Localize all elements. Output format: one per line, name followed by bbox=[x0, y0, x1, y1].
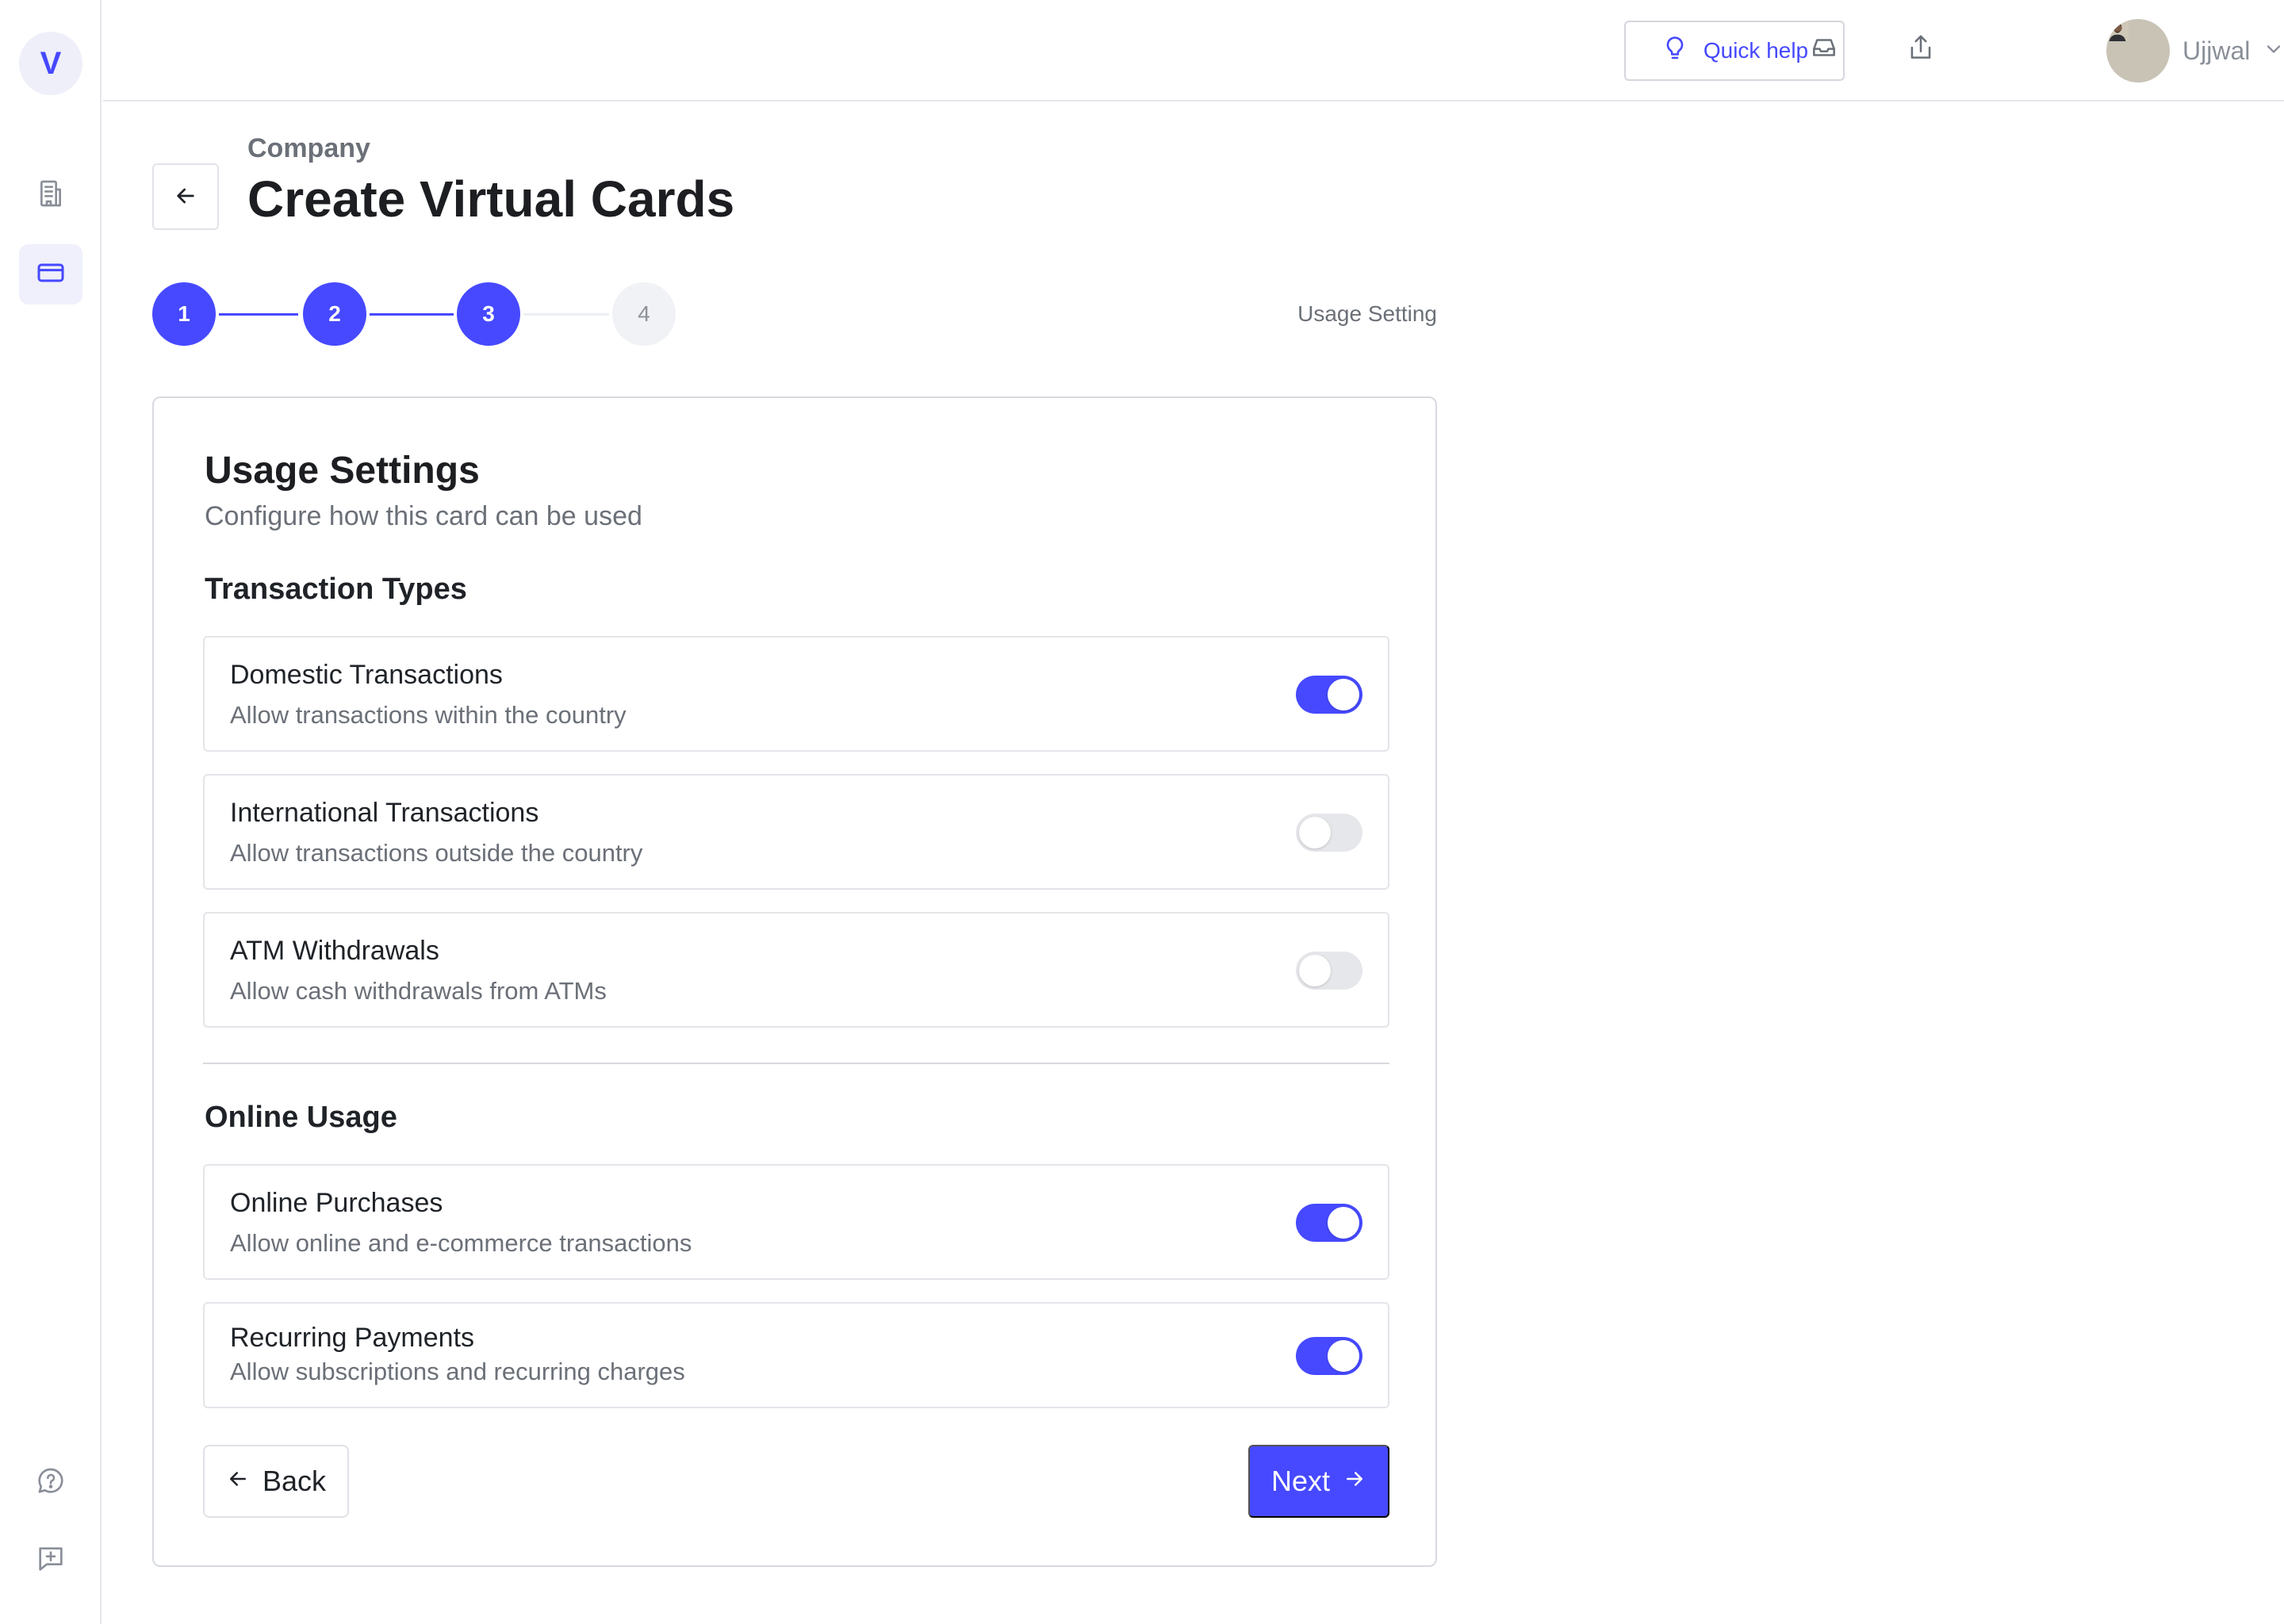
share-button[interactable] bbox=[1903, 32, 1938, 67]
current-step-label: Usage Setting bbox=[1297, 301, 1437, 326]
toggle-recurring-payments[interactable] bbox=[1296, 1337, 1362, 1375]
page-title: Create Virtual Cards bbox=[247, 170, 735, 228]
back-button-label: Back bbox=[262, 1465, 327, 1497]
avatar bbox=[2106, 19, 2170, 82]
step-4[interactable]: 4 bbox=[612, 282, 676, 346]
step-connector bbox=[523, 313, 609, 316]
sidebar-item-company[interactable] bbox=[19, 165, 82, 225]
breadcrumb: Company bbox=[247, 133, 370, 163]
sidebar-item-cards[interactable] bbox=[19, 244, 82, 304]
toggle-knob bbox=[1328, 1207, 1359, 1239]
usage-settings-card: Usage Settings Configure how this card c… bbox=[152, 396, 1437, 1567]
lightbulb-icon bbox=[1661, 34, 1689, 68]
back-button[interactable]: Back bbox=[203, 1445, 349, 1518]
page-back-button[interactable] bbox=[152, 163, 219, 230]
option-online-purchases: Online Purchases Allow online and e-comm… bbox=[203, 1164, 1389, 1280]
toggle-knob bbox=[1328, 679, 1359, 710]
option-title: Domestic Transactions bbox=[230, 660, 503, 690]
option-title: ATM Withdrawals bbox=[230, 936, 439, 966]
next-button[interactable]: Next bbox=[1248, 1445, 1389, 1518]
step-connector bbox=[219, 313, 298, 316]
credit-card-icon bbox=[35, 257, 67, 293]
upload-share-icon bbox=[1906, 33, 1936, 67]
next-button-label: Next bbox=[1270, 1465, 1331, 1497]
quick-help-label: Quick help bbox=[1703, 38, 1809, 63]
user-name: Ujjwal bbox=[2182, 36, 2251, 65]
option-description: Allow transactions within the country bbox=[230, 701, 627, 729]
option-title: International Transactions bbox=[230, 798, 539, 828]
inbox-icon bbox=[1809, 33, 1839, 67]
step-connector bbox=[370, 313, 454, 316]
option-description: Allow transactions outside the country bbox=[230, 839, 643, 867]
step-3[interactable]: 3 bbox=[457, 282, 520, 346]
toggle-knob bbox=[1299, 817, 1331, 848]
toggle-knob bbox=[1328, 1340, 1359, 1372]
arrow-left-icon bbox=[226, 1465, 250, 1498]
option-description: Allow subscriptions and recurring charge… bbox=[230, 1358, 685, 1385]
card-subtitle: Configure how this card can be used bbox=[205, 501, 642, 531]
option-title: Online Purchases bbox=[230, 1188, 443, 1218]
section-heading-online-usage: Online Usage bbox=[205, 1101, 397, 1134]
toggle-knob bbox=[1299, 955, 1331, 986]
section-heading-transaction-types: Transaction Types bbox=[205, 573, 467, 606]
help-chat-icon bbox=[35, 1465, 67, 1501]
sidebar: V bbox=[0, 0, 102, 1624]
top-bar: Quick help Ujjwal bbox=[103, 0, 2284, 102]
option-description: Allow cash withdrawals from ATMs bbox=[230, 977, 607, 1005]
inbox-button[interactable] bbox=[1807, 32, 1841, 67]
step-1[interactable]: 1 bbox=[152, 282, 216, 346]
arrow-right-icon bbox=[1343, 1465, 1366, 1498]
option-title: Recurring Payments bbox=[230, 1323, 475, 1353]
arrow-left-icon bbox=[173, 183, 198, 211]
building-icon bbox=[35, 178, 67, 213]
sidebar-item-help[interactable] bbox=[19, 1453, 82, 1513]
option-atm-withdrawals: ATM Withdrawals Allow cash withdrawals f… bbox=[203, 912, 1389, 1028]
user-menu[interactable]: Ujjwal bbox=[2106, 17, 2284, 84]
feedback-icon bbox=[35, 1543, 67, 1579]
toggle-international-transactions[interactable] bbox=[1296, 814, 1362, 852]
option-description: Allow online and e-commerce transactions bbox=[230, 1229, 692, 1257]
sidebar-item-feedback[interactable] bbox=[19, 1530, 82, 1591]
step-2[interactable]: 2 bbox=[303, 282, 366, 346]
chevron-down-icon bbox=[2263, 38, 2284, 64]
card-title: Usage Settings bbox=[205, 450, 480, 492]
option-domestic-transactions: Domestic Transactions Allow transactions… bbox=[203, 636, 1389, 752]
section-divider bbox=[203, 1063, 1389, 1064]
toggle-atm-withdrawals[interactable] bbox=[1296, 952, 1362, 990]
option-international-transactions: International Transactions Allow transac… bbox=[203, 774, 1389, 890]
app-logo[interactable]: V bbox=[19, 32, 82, 95]
option-recurring-payments: Recurring Payments Allow subscriptions a… bbox=[203, 1302, 1389, 1408]
toggle-domestic-transactions[interactable] bbox=[1296, 676, 1362, 714]
toggle-online-purchases[interactable] bbox=[1296, 1204, 1362, 1242]
